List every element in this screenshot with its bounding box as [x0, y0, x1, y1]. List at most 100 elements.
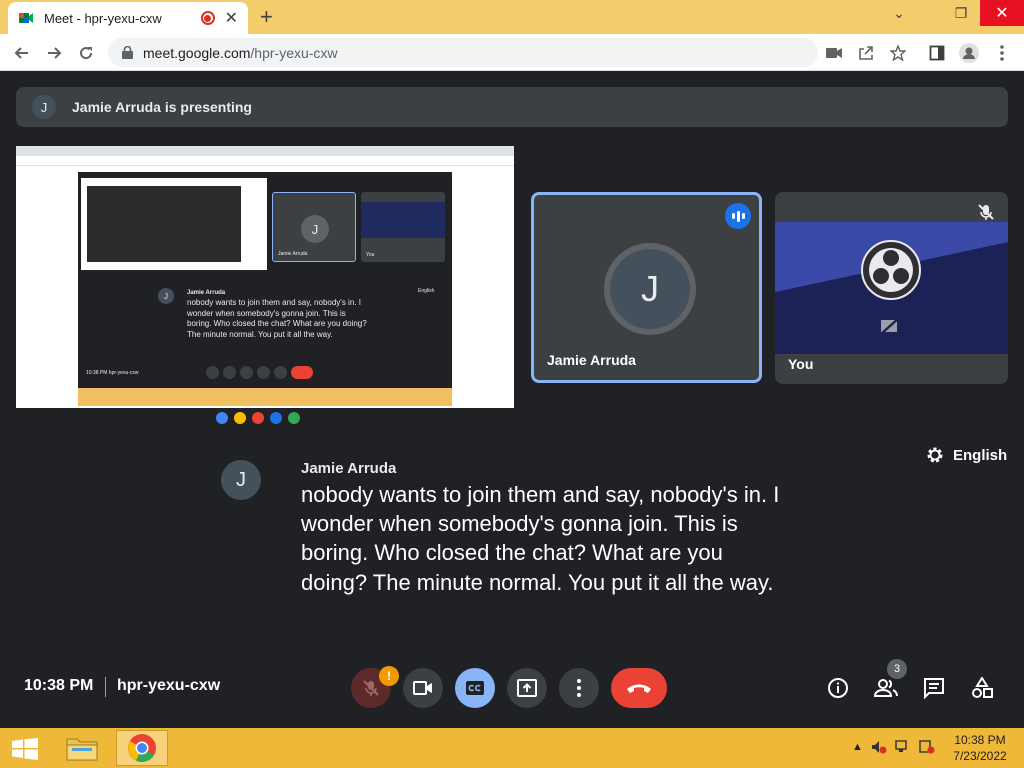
google-meet-icon	[19, 13, 33, 23]
network-icon[interactable]	[895, 740, 911, 754]
avatar: J	[610, 249, 690, 329]
gear-icon	[927, 447, 943, 463]
forward-button[interactable]	[42, 41, 66, 65]
mic-off-icon	[363, 680, 379, 696]
presenting-banner: J Jamie Arruda is presenting	[16, 87, 1008, 127]
clock-time: 10:38 PM	[954, 733, 1006, 747]
reload-icon	[80, 47, 93, 60]
speaker-muted-icon[interactable]	[871, 740, 887, 754]
avatar: J	[32, 95, 56, 119]
shared-os-shelf	[16, 408, 514, 428]
microphone-button[interactable]: !	[351, 666, 399, 708]
recording-icon	[200, 11, 215, 25]
back-button[interactable]	[10, 41, 34, 65]
address-bar[interactable]: meet.google.com/hpr-yexu-cxw	[108, 38, 818, 67]
divider	[105, 677, 106, 697]
caption-language-label: English	[953, 446, 1008, 464]
profile-icon	[959, 43, 979, 63]
shared-tile-label: Jamie Arruda	[278, 251, 308, 257]
shared-shelf-icon	[270, 412, 282, 424]
nested-screen-content	[87, 186, 241, 262]
camera-permission-button[interactable]	[822, 41, 846, 65]
shared-control	[240, 366, 253, 379]
camera-button[interactable]	[403, 668, 443, 708]
avatar-ring: J	[604, 243, 696, 335]
presentation-tile[interactable]: J Jamie Arruda You J Jamie Arruda nobody…	[16, 146, 514, 428]
shared-language-label: English	[418, 288, 435, 294]
taskbar-file-explorer[interactable]	[56, 730, 108, 766]
show-hidden-icons-icon[interactable]: ▲	[852, 741, 863, 753]
shared-browser-tabs	[16, 146, 514, 156]
bookmark-button[interactable]	[886, 41, 910, 65]
shared-control	[274, 366, 287, 379]
side-panel-button[interactable]	[925, 41, 949, 65]
browser-toolbar: meet.google.com/hpr-yexu-cxw	[0, 34, 1024, 71]
people-icon	[874, 679, 898, 697]
camera-icon	[413, 681, 432, 695]
close-window-button[interactable]: ✕	[980, 0, 1024, 26]
chat-icon	[924, 678, 944, 699]
shared-tile-jamie: J Jamie Arruda	[272, 192, 356, 262]
chevron-down-icon: ⌄	[893, 4, 905, 21]
new-tab-button[interactable]: +	[260, 4, 273, 30]
mic-off-icon	[978, 204, 994, 220]
closed-captions-icon	[466, 681, 484, 695]
speaking-indicator-icon	[725, 203, 751, 229]
shared-caption-name: Jamie Arruda	[187, 290, 226, 296]
present-now-button[interactable]	[507, 668, 547, 708]
meeting-time: 10:38 PM	[24, 677, 94, 694]
system-tray: ▲	[852, 740, 935, 754]
captions-button[interactable]	[455, 668, 495, 708]
menu-button[interactable]	[990, 41, 1014, 65]
minimize-button[interactable]: ⌄	[880, 0, 918, 26]
shared-end-control	[291, 366, 313, 379]
more-vert-icon	[577, 679, 581, 697]
browser-tab-meet[interactable]: Meet - hpr-yexu-cxw ✕	[8, 2, 248, 34]
caption-text: nobody wants to join them and say, nobod…	[301, 482, 780, 595]
leave-call-button[interactable]	[611, 668, 667, 708]
browser-tab-strip: Meet - hpr-yexu-cxw ✕ + ⌄ ❐ ✕	[0, 0, 1024, 34]
meeting-code: hpr-yexu-cxw	[117, 677, 221, 694]
shared-shelf-icon	[216, 412, 228, 424]
star-icon	[890, 45, 906, 61]
shared-control-bar	[206, 366, 313, 379]
restore-button[interactable]: ❐	[942, 0, 980, 26]
shared-shelf-icon	[288, 412, 300, 424]
close-icon: ✕	[995, 5, 1009, 22]
taskbar-chrome[interactable]	[116, 730, 168, 766]
windows-taskbar: ▲ 10:38 PM 7/23/2022	[0, 728, 1024, 768]
info-icon	[828, 678, 848, 698]
obs-logo-icon	[861, 240, 921, 300]
action-center-icon[interactable]	[919, 740, 935, 754]
participant-tile-you[interactable]: You	[775, 192, 1008, 384]
tab-close-icon[interactable]: ✕	[225, 8, 238, 28]
people-button[interactable]	[874, 676, 898, 700]
shared-control	[223, 366, 236, 379]
back-arrow-icon	[14, 47, 28, 59]
forward-arrow-icon	[48, 47, 62, 59]
activities-button[interactable]	[970, 676, 994, 700]
shared-meet-view: J Jamie Arruda You J Jamie Arruda nobody…	[78, 172, 452, 406]
more-options-button[interactable]	[559, 668, 599, 708]
url-text: meet.google.com/hpr-yexu-cxw	[143, 45, 338, 61]
shared-control	[257, 366, 270, 379]
camera-off-icon	[880, 317, 900, 335]
chat-button[interactable]	[922, 676, 946, 700]
nested-screen-thumbnail	[81, 178, 267, 270]
reload-button[interactable]	[74, 41, 98, 65]
mic-warning-badge: !	[379, 666, 399, 686]
taskbar-clock[interactable]: 10:38 PM 7/23/2022	[944, 732, 1016, 764]
url-host: meet.google.com	[143, 44, 251, 61]
meeting-details-button[interactable]	[826, 676, 850, 700]
more-vert-icon	[1000, 45, 1004, 61]
profile-button[interactable]	[957, 41, 981, 65]
caption-language-button[interactable]: English	[926, 446, 1007, 464]
shared-meeting-footer: 10:38 PM hpr-yexu-cxw	[86, 370, 139, 376]
participant-name: Jamie Arruda	[547, 352, 636, 368]
windows-start-icon[interactable]	[12, 738, 38, 760]
shared-browser-toolbar	[16, 156, 514, 166]
share-button[interactable]	[854, 41, 878, 65]
shared-shelf-icon	[234, 412, 246, 424]
participant-tile-jamie[interactable]: J Jamie Arruda	[531, 192, 762, 383]
shared-tile-label: You	[366, 252, 375, 258]
